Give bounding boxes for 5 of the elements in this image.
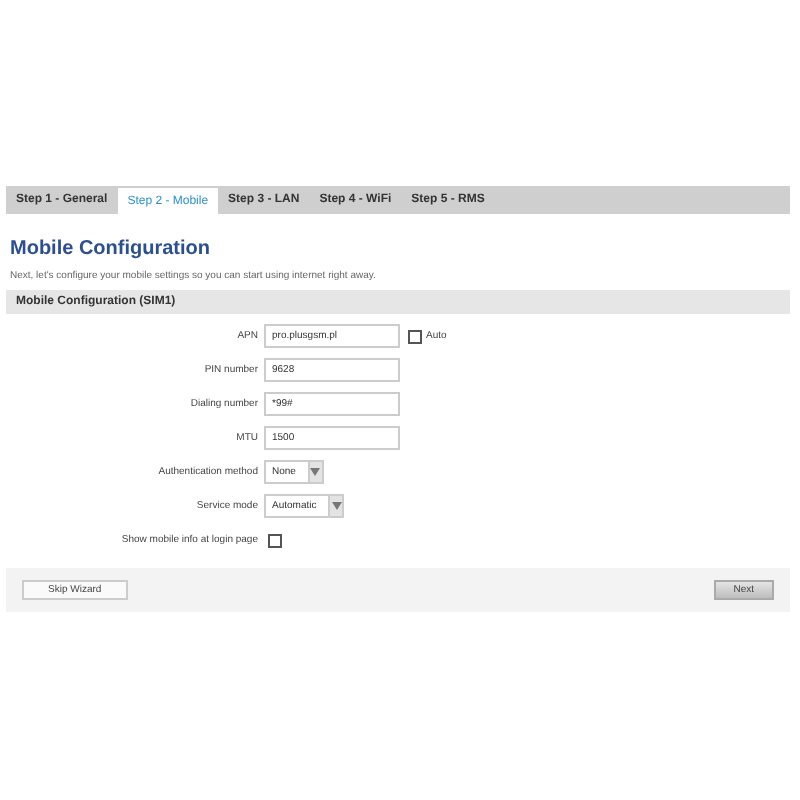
dropdown-arrow-icon (307, 462, 322, 482)
checkbox[interactable] (408, 329, 422, 343)
dropdown-arrow-icon (328, 496, 343, 516)
page-title: Mobile Configuration (10, 238, 212, 260)
checkbox[interactable] (268, 533, 282, 547)
